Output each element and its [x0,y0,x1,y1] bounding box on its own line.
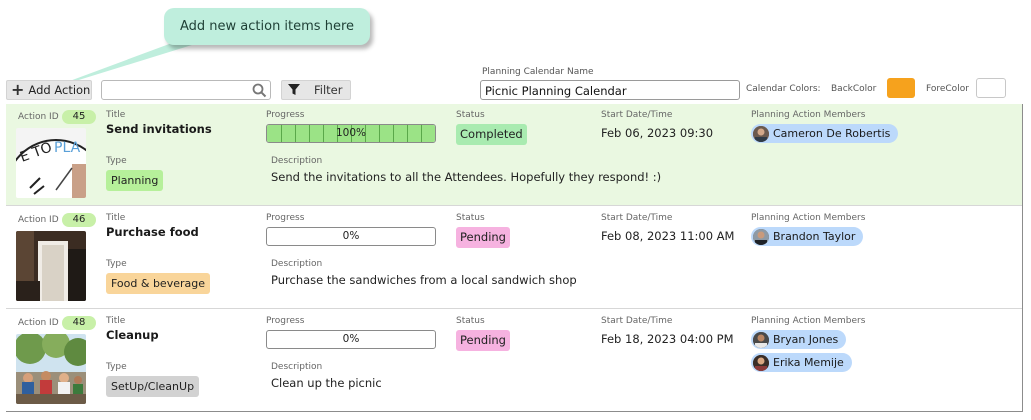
filter-label: Filter [314,83,343,97]
title-label: Title [106,316,126,326]
search-icon[interactable] [252,83,267,98]
progress-text: 100% [335,127,367,139]
member-chip[interactable]: Bryan Jones [751,330,847,349]
progress-label: Progress [266,110,305,120]
avatar [753,331,769,348]
action-title: Cleanup [106,328,159,342]
start-date-value: Feb 08, 2023 11:00 AM [601,229,735,243]
action-id-label: Action ID [18,318,59,328]
member-chip[interactable]: Erika Memije [751,353,852,372]
search-input[interactable] [101,80,271,100]
progress-bar: 100% [266,124,436,143]
filter-icon [288,84,300,95]
description-label: Description [271,362,323,372]
member-name: Erika Memije [773,356,844,369]
progress-bar: 0% [266,227,436,246]
forecolor-label: ForeColor [926,84,969,94]
progress-label: Progress [266,316,305,326]
member-name: Brandon Taylor [773,230,856,243]
type-label: Type [106,259,127,269]
description-text: Send the invitations to all the Attendee… [271,170,662,184]
status-label: Status [456,110,485,120]
title-label: Title [106,110,126,120]
type-tag: SetUp/CleanUp [106,376,200,397]
action-row[interactable]: Action ID 48 Title Cleanup Type SetUp/Cl… [6,310,1022,412]
description-text: Purchase the sandwiches from a local san… [271,273,577,287]
type-tag: Food & beverage [106,273,210,294]
title-label: Title [106,213,126,223]
waiter-food-image [16,231,86,301]
status-badge: Completed [456,124,527,145]
start-date-label: Start Date/Time [601,316,673,326]
callout-tooltip: Add new action items here [164,8,370,45]
action-id-badge: 46 [62,213,96,227]
description-label: Description [271,156,323,166]
status-badge: Pending [456,227,510,248]
forecolor-picker[interactable] [976,78,1006,98]
avatar [753,125,769,142]
start-date-value: Feb 06, 2023 09:30 [601,126,714,140]
status-badge: Pending [456,330,510,351]
members-label: Planning Action Members [751,110,866,120]
progress-text: 0% [342,333,360,345]
status-label: Status [456,213,485,223]
backcolor-label: BackColor [831,84,877,94]
avatar [753,354,769,371]
filter-button[interactable]: Filter [281,80,351,100]
calendar-name-label: Planning Calendar Name [482,67,594,77]
action-title: Purchase food [106,225,199,239]
add-action-button[interactable]: + Add Action [6,80,92,100]
action-id-label: Action ID [18,215,59,225]
description-label: Description [271,259,323,269]
status-label: Status [456,316,485,326]
progress-bar: 0% [266,330,436,349]
action-row[interactable]: Action ID 46 Title Purchase food Type Fo… [6,207,1022,309]
members-label: Planning Action Members [751,316,866,326]
action-title: Send invitations [106,122,212,136]
members-label: Planning Action Members [751,213,866,223]
start-date-label: Start Date/Time [601,110,673,120]
action-row[interactable]: Action ID 45 E TO PLA Title Send invitat… [6,104,1022,206]
action-id-badge: 48 [62,316,96,330]
action-id-label: Action ID [18,112,59,122]
member-name: Bryan Jones [773,333,839,346]
type-tag: Planning [106,170,164,191]
member-name: Cameron De Robertis [773,127,891,140]
member-chip[interactable]: Cameron De Robertis [751,124,899,143]
svg-text:PLA: PLA [54,140,81,156]
type-label: Type [106,156,127,166]
park-picnic-image [16,334,86,404]
description-text: Clean up the picnic [271,376,382,390]
callout-text: Add new action items here [179,19,355,34]
action-item-list: Action ID 45 E TO PLA Title Send invitat… [6,104,1023,412]
progress-label: Progress [266,213,305,223]
member-chip[interactable]: Brandon Taylor [751,227,864,246]
backcolor-picker[interactable] [887,78,915,98]
action-id-badge: 45 [62,110,96,124]
calendar-name-field[interactable]: Picnic Planning Calendar [480,80,740,100]
calendar-colors-label: Calendar Colors: [746,84,821,94]
progress-text: 0% [342,230,360,242]
add-action-label: Add Action [28,83,91,97]
plus-icon: + [11,80,25,99]
start-date-value: Feb 18, 2023 04:00 PM [601,332,734,346]
start-date-label: Start Date/Time [601,213,673,223]
clock-invite-image: E TO PLA [16,128,86,198]
avatar [753,228,769,245]
type-label: Type [106,362,127,372]
